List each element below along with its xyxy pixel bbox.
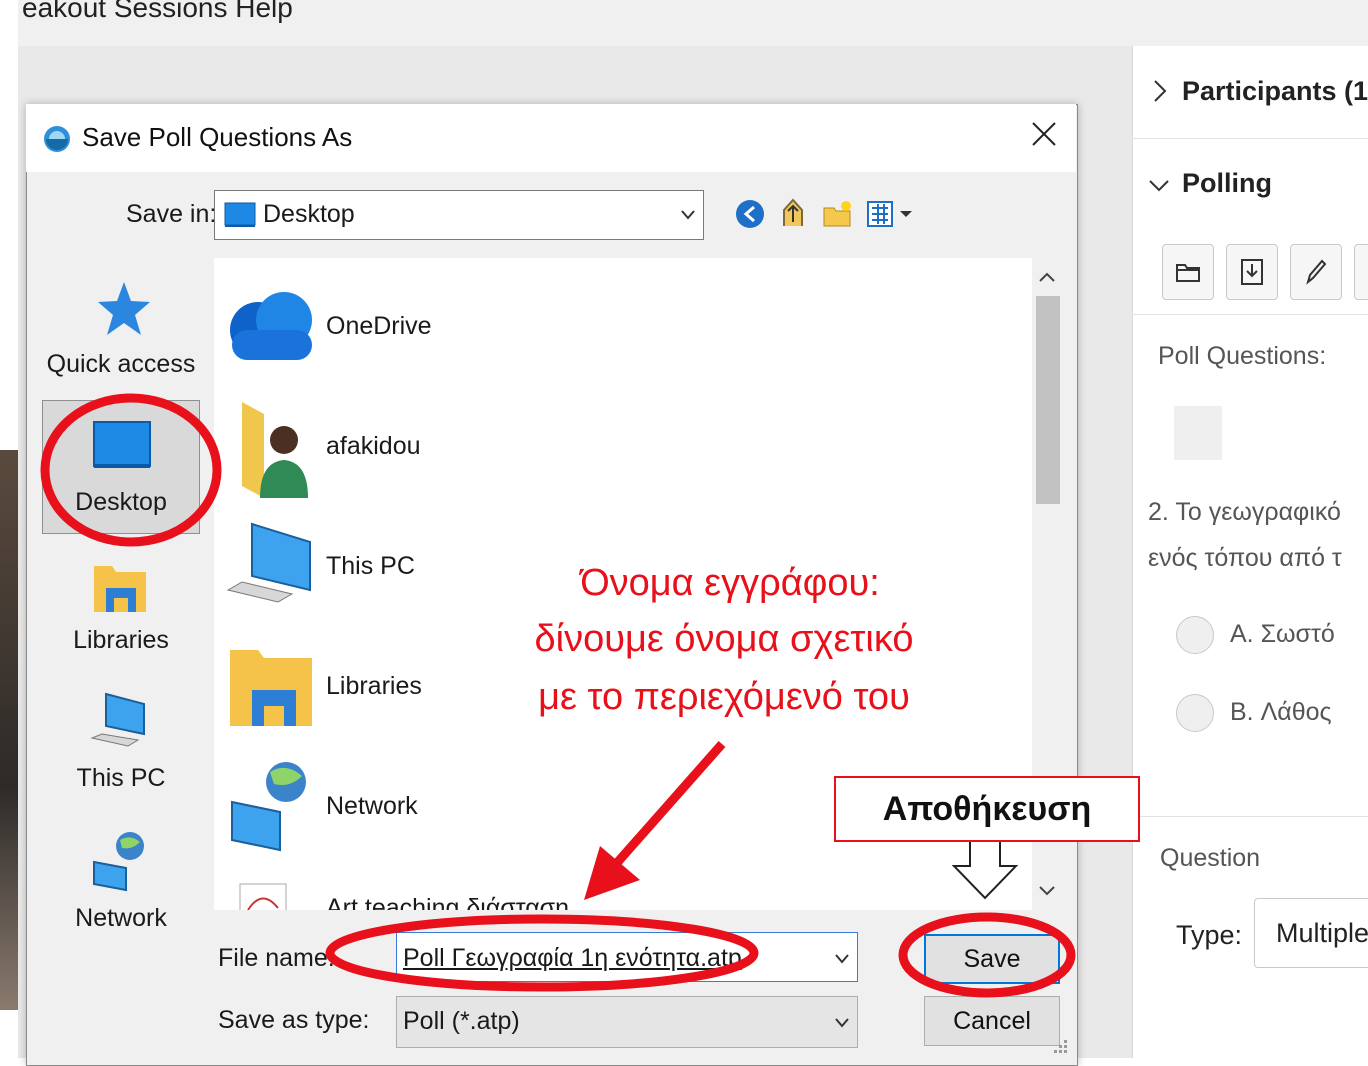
red-arrow-line (612, 741, 726, 867)
highlight-save-ellipse (898, 912, 1076, 998)
save-callout: Αποθήκευση (834, 776, 1140, 842)
highlight-desktop-circle (40, 393, 222, 547)
highlight-filename-ellipse (325, 914, 759, 992)
callout-down-arrow (951, 839, 1019, 900)
annotation-overlay (40, 393, 1076, 998)
red-arrow-head (584, 846, 640, 900)
